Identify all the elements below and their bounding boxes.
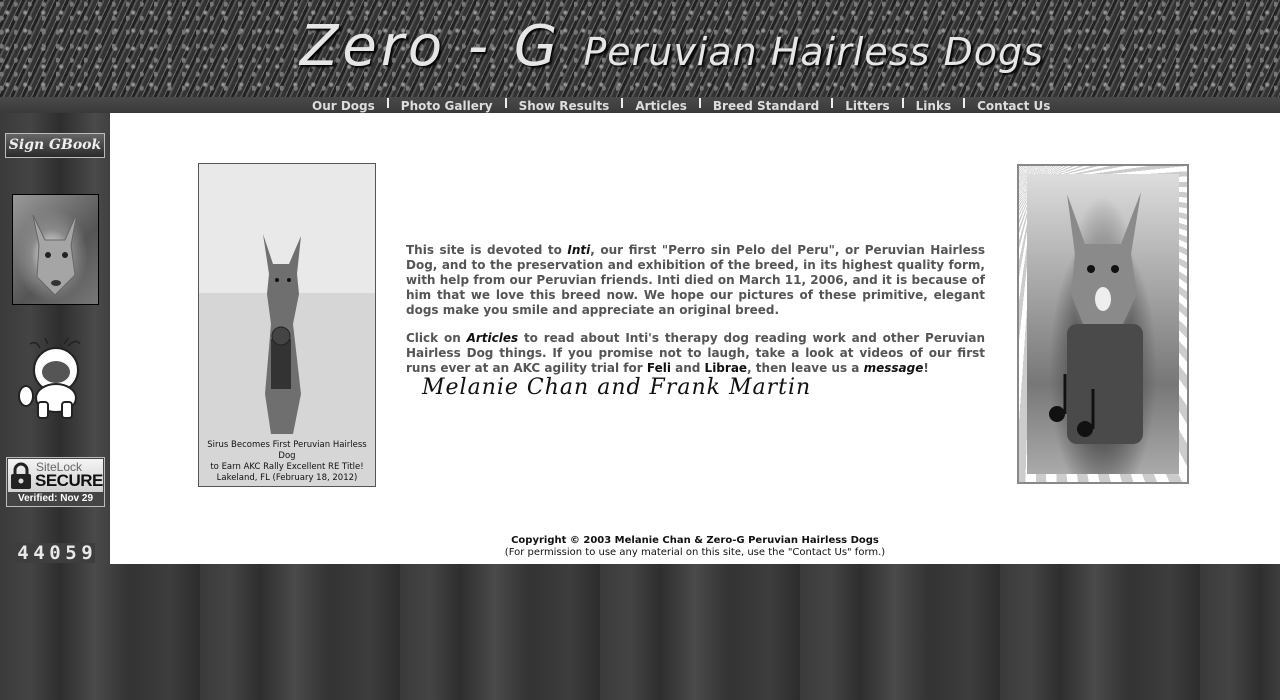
intro-text: This site is devoted to Inti, our first …: [406, 243, 985, 389]
dog-with-music-notes-icon: [1049, 192, 1143, 444]
sidebar: Sign GBook SiteLock SECURE Verified: Nov…: [0, 113, 110, 564]
feli-video-link[interactable]: Feli: [647, 361, 671, 375]
intro-text-run: This site is devoted to: [406, 243, 568, 257]
nav-litters[interactable]: Litters: [833, 98, 901, 114]
nav-bar: Our Dogs Photo Gallery Show Results Arti…: [0, 97, 1280, 113]
sirus-rally-photo[interactable]: Sirus Becomes First Peruvian Hairless Do…: [198, 163, 376, 487]
librae-video-link[interactable]: Librae: [705, 361, 748, 375]
sitelock-secure-text: SECURE: [35, 471, 103, 490]
articles-link[interactable]: Articles: [467, 331, 519, 345]
photo-caption: Sirus Becomes First Peruvian Hairless Do…: [199, 440, 375, 484]
caption-line: Sirus Becomes First Peruvian Hairless Do…: [207, 440, 367, 461]
counter-digit: 4: [15, 543, 31, 563]
nav-photo-gallery[interactable]: Photo Gallery: [389, 98, 505, 114]
intro-paragraph-2: Click on Articles to read about Inti's t…: [406, 331, 985, 376]
nav-show-results[interactable]: Show Results: [507, 98, 622, 114]
nav-articles[interactable]: Articles: [623, 98, 699, 114]
inti-artistic-photo[interactable]: [1017, 164, 1189, 484]
space-dog-icon: [18, 335, 94, 428]
sign-guestbook-button[interactable]: Sign GBook: [5, 133, 105, 158]
counter-digit: 0: [47, 543, 63, 563]
message-link[interactable]: message: [864, 361, 924, 375]
dog-silhouette-icon: [263, 234, 301, 434]
permission-notice: (For permission to use any material on t…: [504, 547, 886, 558]
dog-portrait-thumbnail[interactable]: [12, 194, 99, 305]
caption-line: to Earn AKC Rally Excellent RE Title!: [210, 462, 364, 472]
intro-text-run: , then leave us a: [747, 361, 864, 375]
padlock-icon: [10, 462, 32, 494]
copyright-footer: Copyright © 2003 Melanie Chan & Zero-G P…: [110, 535, 1280, 559]
intro-text-run: !: [923, 361, 929, 375]
intro-paragraph-1: This site is devoted to Inti, our first …: [406, 243, 985, 318]
nav-our-dogs[interactable]: Our Dogs: [300, 98, 387, 114]
nav-breed-standard[interactable]: Breed Standard: [701, 98, 831, 114]
counter-digit: 9: [79, 543, 95, 563]
header-banner: Zero - G Peruvian Hairless Dogs: [0, 0, 1280, 97]
site-title-main: Zero - G: [300, 14, 562, 79]
site-title-sub: Peruvian Hairless Dogs: [583, 30, 1044, 74]
intro-text-run: and: [670, 361, 705, 375]
counter-digit: 4: [31, 543, 47, 563]
hit-counter: 4 4 0 5 9: [15, 543, 95, 563]
counter-digit: 5: [63, 543, 79, 563]
copyright-text: Copyright © 2003 Melanie Chan & Zero-G P…: [511, 535, 879, 546]
intro-text-run: Click on: [406, 331, 467, 345]
inti-link[interactable]: Inti: [567, 243, 590, 257]
sitelock-secure-badge[interactable]: SiteLock SECURE Verified: Nov 29: [6, 457, 105, 507]
sitelock-verified-date: Verified: Nov 29: [17, 493, 94, 504]
nav-contact-us[interactable]: Contact Us: [965, 98, 1062, 114]
nav-links[interactable]: Links: [904, 98, 963, 114]
caption-line: Lakeland, FL (February 18, 2012): [216, 473, 358, 483]
owner-signature: Melanie Chan and Frank Martin: [422, 375, 812, 400]
main-content: Sirus Becomes First Peruvian Hairless Do…: [110, 113, 1280, 564]
site-title: Zero - G Peruvian Hairless Dogs: [300, 14, 1044, 79]
